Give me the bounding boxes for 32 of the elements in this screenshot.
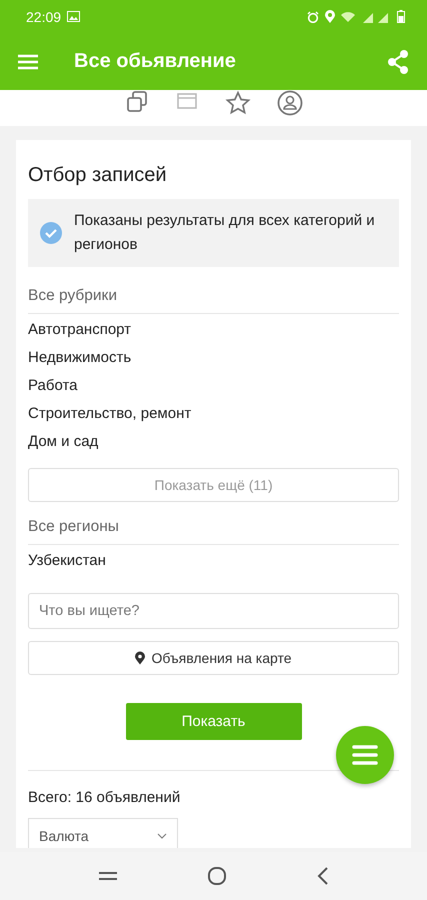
alarm-icon: [307, 10, 319, 22]
status-time: 22:09: [26, 8, 62, 24]
category-item[interactable]: Автотранспорт: [28, 316, 399, 344]
back-icon[interactable]: [316, 867, 328, 885]
battery-icon: [397, 10, 405, 23]
notice-text: Показаны результаты для всех категорий и регионов: [74, 211, 376, 255]
currency-select[interactable]: Валюта: [28, 818, 178, 848]
caret-icon: [157, 832, 167, 838]
recents-icon[interactable]: [98, 871, 116, 881]
profile-icon[interactable]: [276, 90, 302, 116]
category-item[interactable]: Работа: [28, 372, 399, 400]
total-count: Всего: 16 объявлений: [28, 788, 182, 806]
search-field[interactable]: Что вы ищете?: [28, 593, 399, 629]
regions-heading: Все регионы: [28, 502, 399, 545]
map-button[interactable]: Объявления на карте: [28, 641, 399, 675]
category-item[interactable]: Дом и сад: [28, 428, 399, 456]
filter-title: Отбор записей: [28, 164, 168, 187]
wifi-icon: [341, 11, 355, 22]
location-icon: [325, 10, 335, 23]
region-item[interactable]: Узбекистан: [28, 547, 399, 575]
category-item[interactable]: Недвижимость: [28, 344, 399, 372]
image-icon: [67, 11, 80, 22]
app-bar-title: Все обьявление: [74, 50, 237, 73]
star-icon[interactable]: [224, 90, 250, 116]
list-icon: [352, 744, 378, 766]
check-icon: [40, 222, 62, 244]
signal-icon: [361, 10, 391, 22]
category-item[interactable]: Строительство, ремонт: [28, 400, 399, 428]
location-icon: [135, 651, 146, 665]
copy-icon[interactable]: [124, 90, 148, 114]
home-icon[interactable]: [206, 866, 226, 886]
categories-heading: Все рубрики: [28, 267, 399, 314]
